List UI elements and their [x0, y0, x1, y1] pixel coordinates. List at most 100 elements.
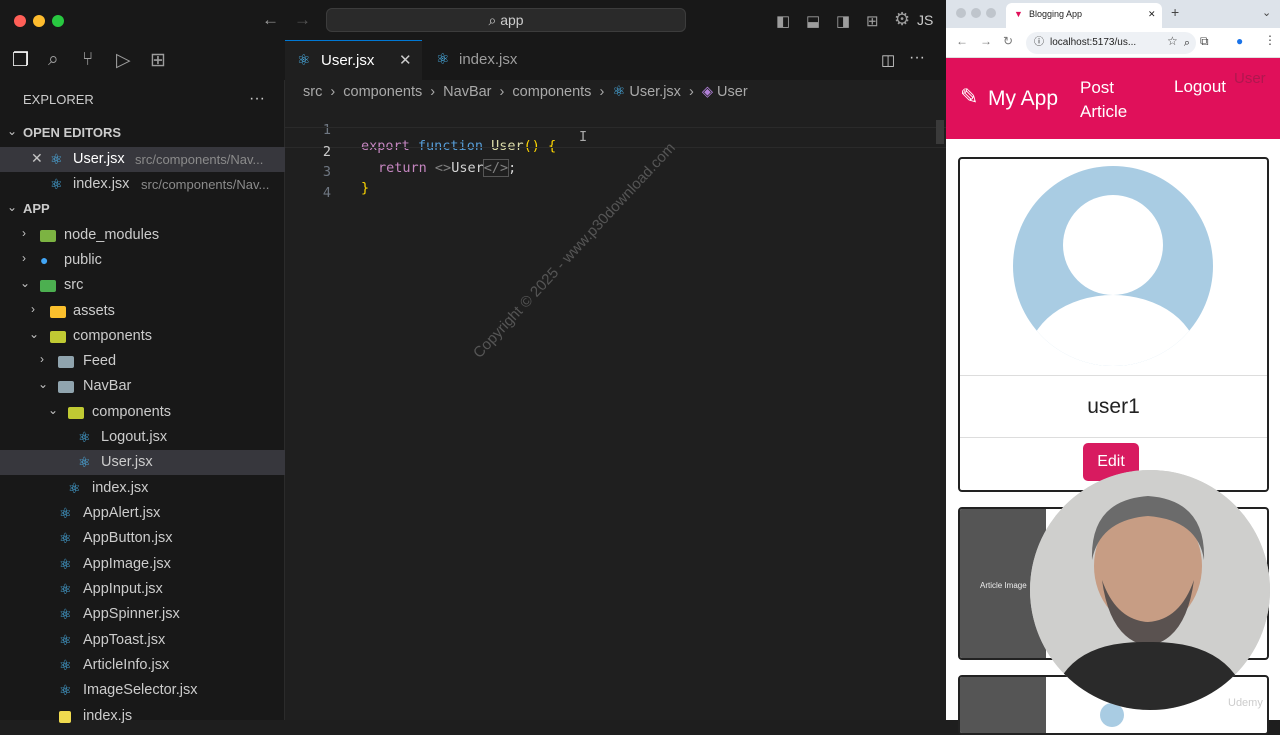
editor-area: ⚛ User.jsx ✕ ⚛ index.jsx ◫ ··· src › com…	[285, 40, 946, 720]
divider	[960, 375, 1267, 376]
minimap-slider[interactable]	[936, 120, 944, 144]
tree-item-apptoast[interactable]: ⚛ AppToast.jsx	[0, 628, 285, 653]
logout-link[interactable]: Logout	[1174, 77, 1226, 97]
reload-icon[interactable]: ↻	[1003, 34, 1013, 48]
tree-item-components[interactable]: ⌄ components	[0, 324, 285, 349]
chevron-down-icon: ⌄	[48, 403, 59, 417]
close-window-button[interactable]	[956, 8, 966, 18]
customize-layout-icon[interactable]: ⊞	[866, 12, 879, 30]
text-cursor-icon: I	[579, 129, 588, 145]
open-editors-section[interactable]: ⌄ OPEN EDITORS	[0, 121, 285, 146]
tree-item-logout-jsx[interactable]: ⚛ Logout.jsx	[0, 425, 285, 450]
folder-icon	[40, 229, 56, 245]
language-badge: JS	[917, 12, 934, 28]
activity-bar	[0, 40, 285, 80]
react-icon: ⚛	[78, 429, 91, 445]
app-navbar: ✎ My App Post Article Logout User	[946, 58, 1280, 139]
symbol-icon: ◈	[701, 84, 713, 100]
gear-icon[interactable]: ⚙	[894, 9, 910, 30]
more-actions-icon[interactable]: ···	[909, 49, 925, 67]
react-icon: ⚛	[59, 657, 72, 673]
profile-icon[interactable]: ●	[1236, 34, 1243, 48]
tree-item-index-js[interactable]: index.js	[0, 704, 285, 729]
source-control-icon[interactable]: ⑂	[82, 49, 93, 71]
tree-item-assets[interactable]: › assets	[0, 299, 285, 324]
tree-item-appbutton[interactable]: ⚛ AppButton.jsx	[0, 526, 285, 551]
tree-item-appalert[interactable]: ⚛ AppAlert.jsx	[0, 501, 285, 526]
browser-tab[interactable]: ▼ Blogging App ✕	[1006, 3, 1162, 28]
tab-user-jsx[interactable]: ⚛ User.jsx ✕	[285, 40, 422, 80]
extensions-icon[interactable]: ⊞	[150, 49, 166, 72]
tree-item-appimage[interactable]: ⚛ AppImage.jsx	[0, 552, 285, 577]
zoom-window-button[interactable]	[52, 15, 64, 27]
chevron-down-icon: ⌄	[38, 377, 49, 391]
react-icon: ⚛	[68, 480, 81, 496]
close-tab-icon[interactable]: ✕	[1148, 3, 1156, 25]
toggle-sidebar-icon[interactable]: ◧	[776, 12, 790, 30]
tree-item-imageselector[interactable]: ⚛ ImageSelector.jsx	[0, 678, 285, 703]
extensions-icon[interactable]: ⧉	[1200, 34, 1209, 49]
react-icon: ⚛	[59, 632, 72, 648]
react-icon: ⚛	[59, 556, 72, 572]
minimize-window-button[interactable]	[971, 8, 981, 18]
site-info-icon: ⓘ	[1034, 37, 1044, 48]
tree-item-src[interactable]: ⌄ src	[0, 273, 285, 298]
forward-arrow-icon[interactable]: →	[294, 10, 311, 30]
toggle-panel-icon[interactable]: ⬓	[806, 12, 820, 30]
react-icon: ⚛	[59, 606, 72, 622]
command-center[interactable]: ⌕ app	[326, 8, 686, 32]
tree-item-feed[interactable]: › Feed	[0, 349, 285, 374]
zoom-icon[interactable]: ⌕	[1184, 32, 1190, 54]
tab-index-jsx[interactable]: ⚛ index.jsx	[422, 40, 562, 80]
article-image	[960, 677, 1046, 733]
close-window-button[interactable]	[14, 15, 26, 27]
presenter-video-icon	[1030, 470, 1270, 710]
browser-tab-bar: ▼ Blogging App ✕ + ⌄	[946, 0, 1280, 28]
favicon-icon: ▼	[1014, 9, 1023, 19]
react-icon: ⚛	[50, 176, 63, 192]
back-arrow-icon[interactable]: ←	[262, 10, 279, 30]
star-icon[interactable]: ☆	[1167, 34, 1178, 48]
toggle-secondary-sidebar-icon[interactable]: ◨	[836, 12, 850, 30]
tree-item-public[interactable]: › ● public	[0, 248, 285, 273]
forward-arrow-icon[interactable]: →	[980, 34, 992, 48]
open-editor-item[interactable]: ✕ ⚛ User.jsx src/components/Nav...	[0, 147, 285, 172]
search-icon: ⌕	[488, 12, 497, 28]
back-arrow-icon[interactable]: ←	[956, 34, 968, 48]
edit-square-icon: ✎	[960, 84, 979, 109]
run-debug-icon[interactable]: ▷	[116, 49, 131, 72]
close-icon[interactable]: ✕	[31, 150, 43, 167]
tree-item-user-jsx[interactable]: ⚛ User.jsx	[0, 450, 285, 475]
close-tab-icon[interactable]: ✕	[399, 41, 412, 81]
app-section[interactable]: ⌄ APP	[0, 197, 285, 222]
open-editor-item[interactable]: ⚛ index.jsx src/components/Nav...	[0, 172, 285, 197]
explorer-sidebar: EXPLORER ··· ⌄ OPEN EDITORS ✕ ⚛ User.jsx…	[0, 80, 285, 724]
tree-item-appspinner[interactable]: ⚛ AppSpinner.jsx	[0, 602, 285, 627]
tree-item-node-modules[interactable]: › node_modules	[0, 223, 285, 248]
new-tab-icon[interactable]: +	[1171, 4, 1179, 20]
minimize-window-button[interactable]	[33, 15, 45, 27]
explorer-header: EXPLORER ···	[23, 90, 265, 108]
tree-item-navbar-components[interactable]: ⌄ components	[0, 400, 285, 425]
tree-item-navbar[interactable]: ⌄ NavBar	[0, 374, 285, 399]
menu-icon[interactable]: ⋮	[1264, 33, 1276, 47]
tree-item-appinput[interactable]: ⚛ AppInput.jsx	[0, 577, 285, 602]
react-icon: ⚛	[59, 505, 72, 521]
vscode-window: ← → ⌕ app ◧ ⬓ ◨ ⊞ ⚙ JS ❐ ⌕ ⑂ ▷ ⊞ EXPLORE…	[0, 0, 946, 724]
chevron-down-icon[interactable]: ⌄	[1262, 6, 1271, 19]
chevron-down-icon: ⌄	[7, 124, 18, 138]
user-link[interactable]: User	[1234, 70, 1266, 87]
zoom-window-button[interactable]	[986, 8, 996, 18]
search-view-icon[interactable]: ⌕	[48, 49, 59, 71]
avatar	[1013, 166, 1213, 366]
post-article-link[interactable]: Post Article	[1080, 76, 1150, 124]
code-line: 4	[322, 185, 331, 201]
split-editor-icon[interactable]: ◫	[881, 51, 895, 69]
explorer-icon[interactable]: ❐	[12, 49, 29, 72]
more-actions-icon[interactable]: ···	[249, 90, 265, 108]
react-icon: ⚛	[612, 84, 626, 100]
brand-link[interactable]: My App	[988, 87, 1058, 111]
tree-item-index-jsx[interactable]: ⚛ index.jsx	[0, 476, 285, 501]
chevron-right-icon: ›	[40, 352, 44, 366]
tree-item-articleinfo[interactable]: ⚛ ArticleInfo.jsx	[0, 653, 285, 678]
